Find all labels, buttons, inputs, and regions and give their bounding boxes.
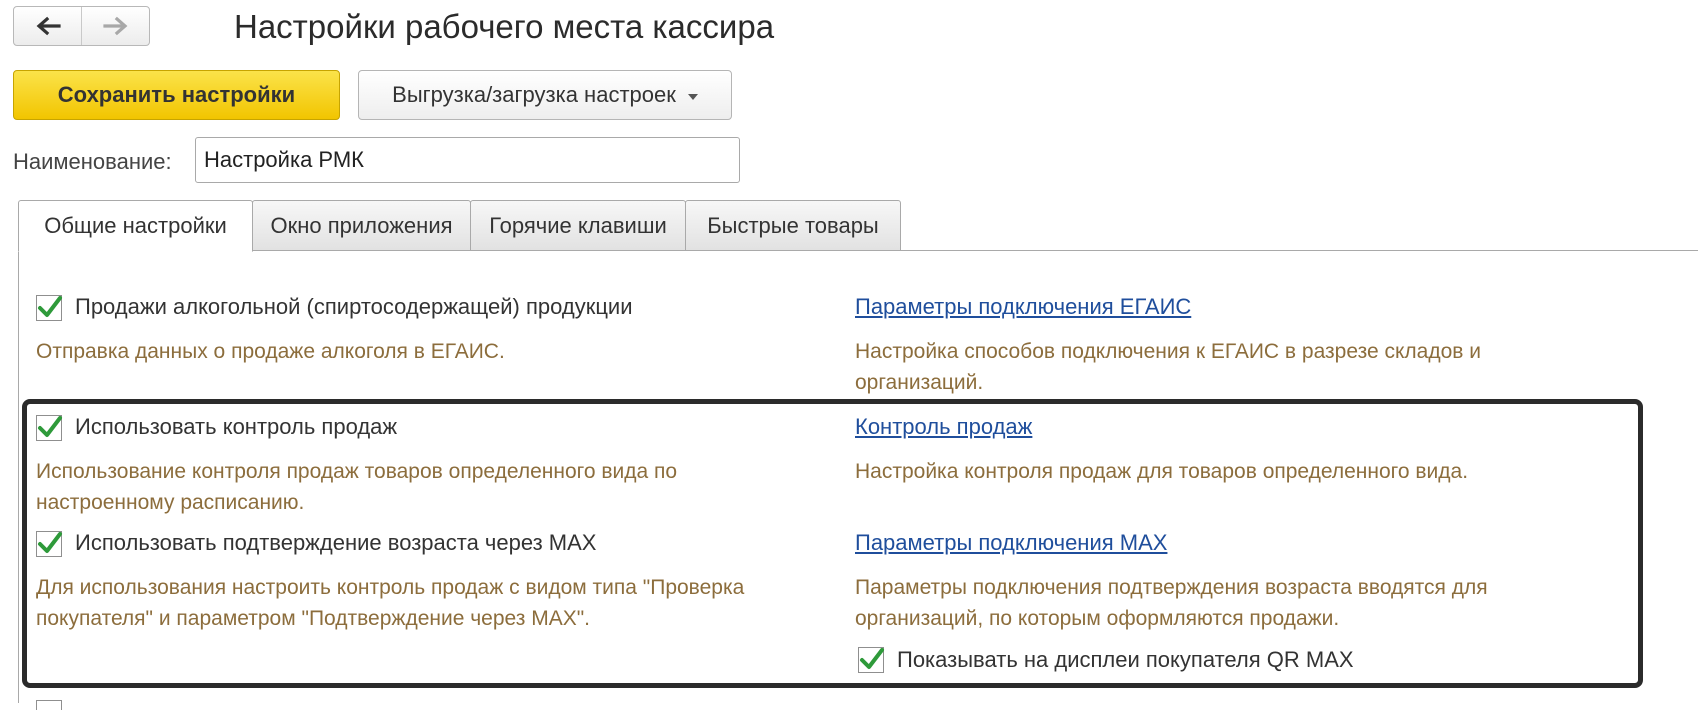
export-import-label: Выгрузка/загрузка настроек — [392, 82, 676, 107]
egais-connection-description: Настройка способов подключения к ЕГАИС в… — [855, 340, 1481, 394]
tab-app-window[interactable]: Окно приложения — [252, 200, 471, 251]
tab-content-border — [18, 251, 19, 703]
egais-connection-link[interactable]: Параметры подключения ЕГАИС — [855, 294, 1191, 320]
partial-checkbox[interactable] — [36, 700, 62, 710]
tab-app-window-label: Окно приложения — [270, 212, 453, 238]
alcohol-sales-description: Отправка данных о продаже алкоголя в ЕГА… — [36, 340, 505, 363]
sales-control-description: Использование контроля продаж товаров оп… — [36, 460, 678, 514]
qr-display-checkbox[interactable] — [858, 647, 884, 673]
export-import-settings-button[interactable]: Выгрузка/загрузка настроек — [358, 70, 732, 120]
tab-general-settings-label: Общие настройки — [44, 213, 227, 238]
sales-control-link-description: Настройка контроля продаж для товаров оп… — [855, 460, 1469, 483]
max-connection-link[interactable]: Параметры подключения MAX — [855, 530, 1167, 556]
age-verification-checkbox[interactable] — [36, 531, 62, 557]
alcohol-sales-label: Продажи алкогольной (спиртосодержащей) п… — [75, 294, 633, 319]
tab-quick-products-label: Быстрые товары — [707, 212, 879, 238]
chevron-down-icon — [687, 93, 698, 100]
page-title: Настройки рабочего места кассира — [234, 8, 775, 45]
forward-button[interactable] — [81, 7, 149, 45]
tab-hotkeys[interactable]: Горячие клавиши — [470, 200, 686, 251]
back-button[interactable] — [14, 7, 81, 45]
check-mark-icon — [38, 416, 62, 437]
age-verification-label: Использовать подтверждение возраста чере… — [75, 530, 597, 555]
sales-control-label: Использовать контроль продаж — [75, 414, 398, 439]
name-field-label: Наименование: — [13, 149, 172, 174]
alcohol-sales-checkbox[interactable] — [36, 295, 62, 321]
age-verification-description: Для использования настроить контроль про… — [36, 576, 745, 630]
qr-display-label: Показывать на дисплеи покупателя QR MAX — [897, 647, 1354, 672]
arrow-right-icon — [102, 16, 127, 36]
tab-hotkeys-label: Горячие клавиши — [489, 212, 667, 238]
save-settings-label: Сохранить настройки — [57, 82, 296, 107]
sales-control-link[interactable]: Контроль продаж — [855, 414, 1032, 440]
name-input[interactable] — [195, 137, 740, 183]
max-connection-description: Параметры подключения подтверждения возр… — [855, 576, 1488, 630]
save-settings-button[interactable]: Сохранить настройки — [13, 70, 340, 120]
tab-quick-products[interactable]: Быстрые товары — [685, 200, 901, 251]
arrow-left-icon — [36, 16, 61, 36]
check-mark-icon — [860, 648, 884, 669]
check-mark-icon — [38, 532, 62, 553]
sales-control-checkbox[interactable] — [36, 415, 62, 441]
check-mark-icon — [38, 296, 62, 317]
navigation-buttons — [13, 6, 150, 46]
tab-general-settings[interactable]: Общие настройки — [18, 200, 253, 252]
